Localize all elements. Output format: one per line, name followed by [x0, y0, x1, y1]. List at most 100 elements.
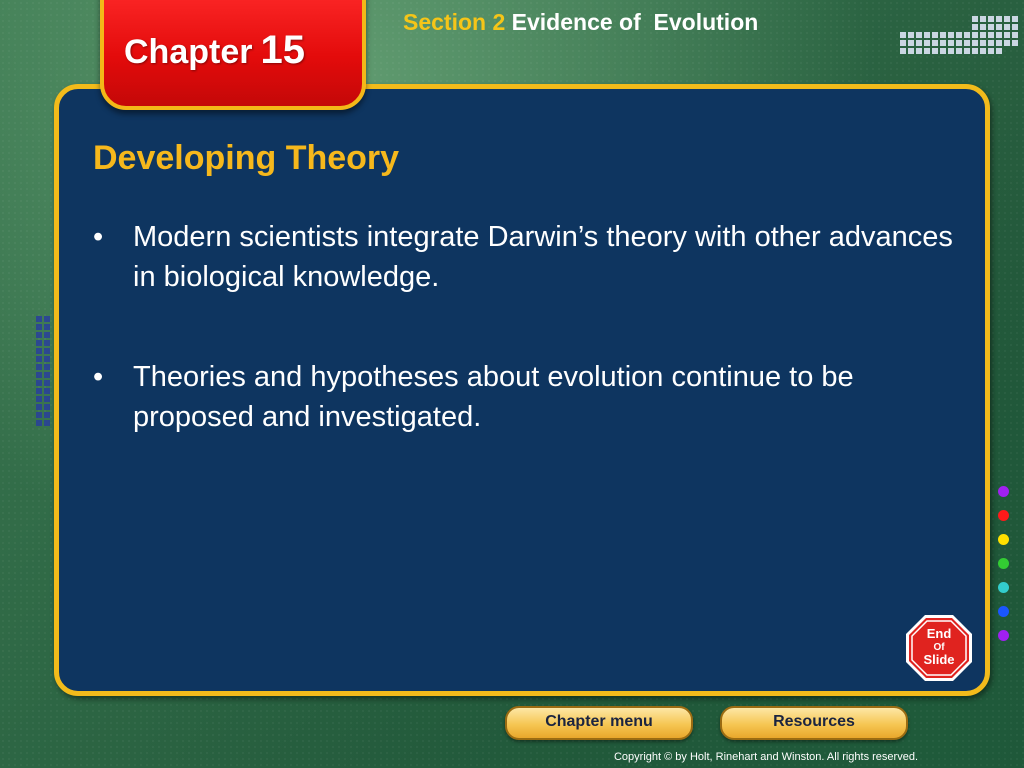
decorative-square — [36, 372, 42, 378]
color-dot — [998, 486, 1009, 497]
decorative-square — [908, 48, 914, 54]
decorative-square — [948, 32, 954, 38]
color-dot — [998, 534, 1009, 545]
decorative-square — [980, 48, 986, 54]
decorative-square — [44, 388, 50, 394]
decorative-square — [972, 40, 978, 46]
chapter-heading: Chapter 15 — [124, 28, 305, 73]
slide-title: Developing Theory — [93, 139, 400, 177]
decorative-square — [972, 24, 978, 30]
decorative-square — [996, 48, 1002, 54]
decorative-square — [948, 40, 954, 46]
decorative-square — [36, 380, 42, 386]
decorative-square — [44, 404, 50, 410]
decorative-square — [940, 32, 946, 38]
stop-sign-icon: End Of Slide — [906, 615, 972, 681]
copyright-text: Copyright © by Holt, Rinehart and Winsto… — [613, 751, 918, 763]
decorative-square — [36, 364, 42, 370]
bullet-list: • Modern scientists integrate Darwin’s t… — [93, 217, 953, 497]
decorative-square — [924, 40, 930, 46]
chapter-label: Chapter — [124, 33, 253, 71]
decorative-square — [988, 48, 994, 54]
decorative-square — [932, 32, 938, 38]
decorative-square — [36, 396, 42, 402]
end-slide-line3: Slide — [923, 652, 954, 667]
decorative-square — [932, 48, 938, 54]
decorative-square — [972, 48, 978, 54]
decorative-square — [44, 372, 50, 378]
decorative-square — [908, 40, 914, 46]
end-of-slide-button[interactable]: End Of Slide — [905, 614, 973, 682]
bullet-item: • Theories and hypotheses about evolutio… — [93, 357, 953, 437]
decorative-square — [916, 32, 922, 38]
decorative-square — [44, 348, 50, 354]
color-dot-column — [998, 486, 1012, 654]
decorative-square — [996, 24, 1002, 30]
section-title: Evidence of Evolution — [511, 9, 759, 35]
slide-content-panel: Developing Theory • Modern scientists in… — [54, 84, 990, 696]
decorative-square — [924, 32, 930, 38]
decorative-square — [36, 420, 42, 426]
decorative-square — [908, 32, 914, 38]
end-slide-line1: End — [927, 626, 952, 641]
decorative-square — [988, 24, 994, 30]
color-dot — [998, 582, 1009, 593]
decorative-square — [44, 396, 50, 402]
decorative-square — [1012, 32, 1018, 38]
decorative-square — [988, 16, 994, 22]
decorative-square — [36, 324, 42, 330]
decorative-square — [44, 412, 50, 418]
bullet-text: Modern scientists integrate Darwin’s the… — [133, 221, 953, 293]
decorative-square — [36, 404, 42, 410]
decorative-square — [956, 48, 962, 54]
chapter-menu-button[interactable]: Chapter menu — [505, 706, 693, 740]
decorative-square — [1004, 40, 1010, 46]
decorative-square — [900, 48, 906, 54]
decorative-square — [36, 340, 42, 346]
decorative-square — [36, 332, 42, 338]
decorative-square — [996, 40, 1002, 46]
decorative-square — [44, 316, 50, 322]
chapter-number: 15 — [260, 28, 305, 72]
bullet-dot-icon: • — [93, 221, 104, 253]
decorative-square — [36, 348, 42, 354]
decorative-square — [956, 40, 962, 46]
decorative-square — [988, 40, 994, 46]
decorative-square — [940, 48, 946, 54]
decorative-square — [980, 40, 986, 46]
decorative-square — [996, 32, 1002, 38]
decorative-square — [932, 40, 938, 46]
section-label: Section 2 — [403, 9, 506, 35]
decorative-square — [996, 16, 1002, 22]
decorative-square — [900, 40, 906, 46]
decorative-square — [964, 32, 970, 38]
decorative-square — [1012, 40, 1018, 46]
color-dot — [998, 606, 1009, 617]
decorative-square — [972, 32, 978, 38]
decorative-square — [980, 24, 986, 30]
decorative-square — [44, 324, 50, 330]
decorative-square — [964, 48, 970, 54]
decorative-square — [44, 420, 50, 426]
decorative-square — [44, 332, 50, 338]
decorative-square — [44, 380, 50, 386]
decorative-square — [964, 40, 970, 46]
decorative-square — [940, 40, 946, 46]
decorative-square — [980, 32, 986, 38]
decorative-square — [916, 40, 922, 46]
color-dot — [998, 510, 1009, 521]
bullet-text: Theories and hypotheses about evolution … — [133, 361, 854, 433]
decorative-square — [900, 32, 906, 38]
decorative-square — [1004, 24, 1010, 30]
decorative-square — [948, 48, 954, 54]
decorative-square — [1012, 24, 1018, 30]
resources-button[interactable]: Resources — [720, 706, 908, 740]
decorative-square — [1004, 32, 1010, 38]
section-header: Section 2 Evidence of Evolution — [403, 9, 758, 36]
decorative-square — [44, 356, 50, 362]
bullet-dot-icon: • — [93, 361, 104, 393]
decorative-square — [36, 388, 42, 394]
decorative-square — [1012, 16, 1018, 22]
decorative-square — [972, 16, 978, 22]
decorative-square — [44, 364, 50, 370]
